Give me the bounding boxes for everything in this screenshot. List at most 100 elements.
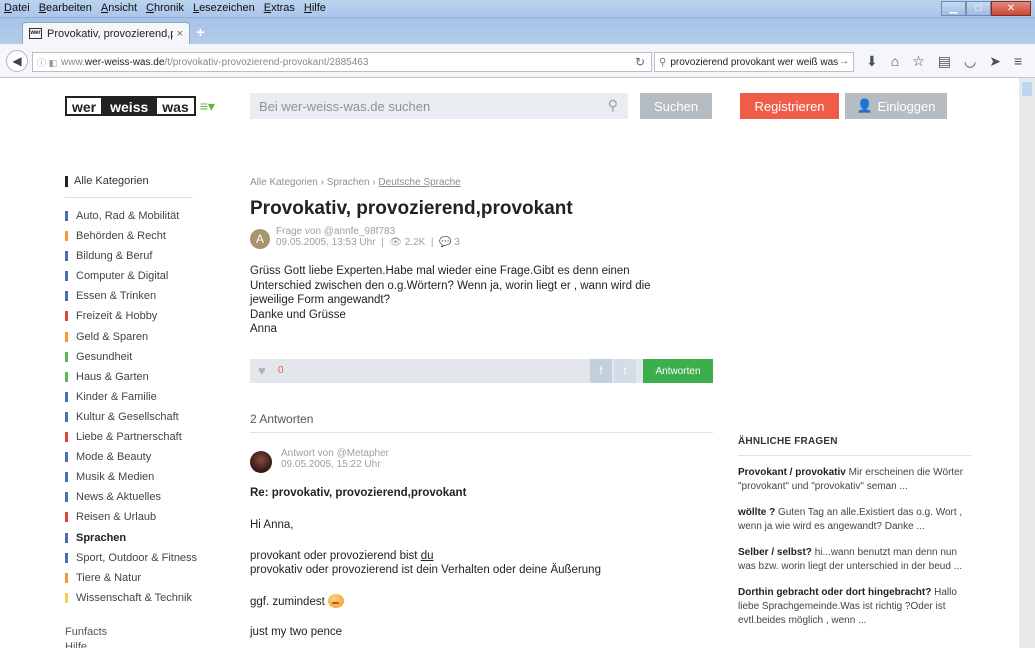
comment-icon: 💬 [439, 237, 452, 248]
sidebar-item-category[interactable]: Reisen & Urlaub [65, 507, 195, 527]
sidebar-item-category[interactable]: Musik & Medien [65, 467, 195, 487]
category-label: Sport, Outdoor & Fitness [76, 551, 198, 564]
menu-ansicht[interactable]: Ansicht [101, 2, 137, 14]
category-color-bar [65, 231, 68, 242]
category-label: Tiere & Natur [76, 571, 142, 584]
home-icon[interactable]: ⌂ [891, 53, 899, 70]
menu-lesezeichen[interactable]: Lesezeichen [193, 2, 255, 14]
category-color-bar [65, 351, 68, 362]
sidebar-item-category[interactable]: Gesundheit [65, 347, 195, 367]
answers-heading: 2 Antworten [250, 412, 314, 426]
like-count: 0 [278, 365, 284, 376]
search-icon: ⚲ [659, 56, 667, 68]
breadcrumb-item[interactable]: Deutsche Sprache [378, 177, 460, 188]
similar-question-item[interactable]: Provokant / provokativ Mir erscheinen di… [738, 466, 972, 494]
answer-button[interactable]: Antworten [643, 359, 713, 383]
send-icon[interactable]: ➤ [989, 53, 1001, 70]
answer-body: Hi Anna, provokant oder provozierend bis… [250, 518, 720, 640]
sidebar-link-hilfe[interactable]: Hilfe [65, 640, 195, 648]
menu-hilfe[interactable]: Hilfe [304, 2, 326, 14]
sidebar-item-all-categories[interactable]: Alle Kategorien [65, 173, 195, 190]
sidebar-item-category[interactable]: Bildung & Beruf [65, 246, 195, 266]
back-button[interactable]: ◀ [6, 50, 28, 72]
sidebar-item-category[interactable]: Tiere & Natur [65, 568, 195, 588]
twitter-share-icon[interactable]: t [614, 359, 636, 383]
avatar[interactable]: A [250, 229, 270, 249]
category-color-bar [65, 271, 68, 282]
answer-line: ggf. zumindest [250, 593, 720, 610]
web-page: wer weiss was ≡▾ Bei wer-weiss-was.de su… [0, 78, 1035, 648]
search-icon[interactable]: ⚲ [608, 97, 618, 114]
category-label: Computer & Digital [76, 270, 169, 283]
sidebar-item-category[interactable]: Haus & Garten [65, 367, 195, 387]
breadcrumb-item[interactable]: Sprachen [327, 177, 370, 188]
sidebar-item-category[interactable]: Auto, Rad & Mobilität [65, 206, 195, 226]
sidebar-item-category[interactable]: Geld & Sparen [65, 327, 195, 347]
browser-tab[interactable]: wer Provokativ, provozierend,p... × [22, 22, 190, 44]
similar-questions: ÄHNLICHE FRAGEN Provokant / provokativ M… [738, 436, 972, 640]
sidebar-item-category[interactable]: Essen & Trinken [65, 286, 195, 306]
sidebar-item-category[interactable]: Sport, Outdoor & Fitness [65, 548, 198, 568]
avatar[interactable] [250, 451, 272, 473]
menu-chronik[interactable]: Chronik [146, 2, 184, 14]
menu-datei[interactable]: Datei [4, 2, 30, 14]
hamburger-menu-icon[interactable]: ≡ [1014, 53, 1022, 70]
category-color-bar [65, 211, 68, 221]
answer-author[interactable]: Antwort von @Metapher [281, 448, 389, 459]
sidebar-item-category[interactable]: Behörden & Recht [65, 226, 195, 246]
sidebar-item-category[interactable]: Kultur & Gesellschaft [65, 407, 195, 427]
breadcrumb: Alle Kategorien › Sprachen › Deutsche Sp… [250, 177, 461, 188]
search-button[interactable]: Suchen [640, 93, 712, 119]
close-window-button[interactable]: ✕ [991, 1, 1031, 16]
pocket-icon[interactable]: ◡ [964, 53, 976, 70]
tab-close-icon[interactable]: × [177, 28, 183, 40]
sidebar-item-category[interactable]: Mode & Beauty [65, 447, 195, 467]
maximize-button[interactable]: □ [966, 1, 991, 16]
menu-extras[interactable]: Extras [264, 2, 295, 14]
category-menu-icon[interactable]: ≡▾ [200, 98, 215, 115]
answer-title: Re: provokativ, provozierend,provokant [250, 487, 467, 499]
new-tab-button[interactable]: + [196, 24, 205, 41]
sidebar-item-category[interactable]: Computer & Digital [65, 266, 195, 286]
sidebar-item-category[interactable]: Liebe & Partnerschaft [65, 427, 195, 447]
site-logo[interactable]: wer weiss was ≡▾ [65, 96, 215, 116]
category-label: Kinder & Familie [76, 390, 157, 403]
site-search-input[interactable]: Bei wer-weiss-was.de suchen ⚲ [250, 93, 628, 119]
answer-line: provokativ oder provozierend ist dein Ve… [250, 564, 601, 576]
sidebar-item-category[interactable]: Wissenschaft & Technik [65, 588, 195, 608]
similar-question-item[interactable]: wöllte ? Guten Tag an alle.Existiert das… [738, 506, 972, 534]
menu-bearbeiten[interactable]: Bearbeiten [39, 2, 92, 14]
minimize-button[interactable]: ▁ [941, 1, 966, 16]
search-go-icon[interactable]: → [839, 56, 849, 67]
url-bar[interactable]: ⓘ ◧ www. wer-weiss-was.de/t/provokativ-pr… [32, 52, 652, 72]
category-color-bar [65, 552, 68, 563]
asker-name[interactable]: Frage von @annfe_98f783 [276, 226, 460, 237]
sidebar-item-category[interactable]: Kinder & Familie [65, 387, 195, 407]
sidebar-item-category[interactable]: News & Aktuelles [65, 487, 195, 507]
browser-search-field[interactable]: ⚲ provozierend provokant wer weiß was → [654, 52, 854, 72]
sidebar-item-category[interactable]: Freizeit & Hobby [65, 306, 195, 326]
answer-date: 09.05.2005, 15:22 Uhr [281, 459, 381, 470]
site-info-icon[interactable]: ⓘ ◧ [37, 56, 57, 69]
site-search-placeholder: Bei wer-weiss-was.de suchen [259, 98, 431, 114]
reload-icon[interactable]: ↻ [635, 55, 645, 69]
bookmarks-list-icon[interactable]: ▤ [938, 53, 951, 70]
scrollbar[interactable] [1019, 78, 1035, 648]
sidebar-link-funfacts[interactable]: Funfacts [65, 625, 195, 640]
download-icon[interactable]: ⬇ [866, 53, 878, 70]
answer-emphasis: du [420, 549, 434, 562]
login-button[interactable]: 👤 Einloggen [845, 93, 947, 119]
register-button[interactable]: Registrieren [740, 93, 839, 119]
sidebar-item-category[interactable]: Sprachen [65, 528, 195, 548]
menu-bar: Datei Bearbeiten Ansicht Chronik Lesezei… [0, 0, 1035, 18]
similar-question-item[interactable]: Selber / selbst? hi...wann benutzt man d… [738, 546, 972, 574]
heart-icon[interactable]: ♥ [258, 363, 266, 378]
category-color-bar [65, 331, 68, 342]
category-color-bar [65, 311, 68, 322]
breadcrumb-item[interactable]: Alle Kategorien [250, 177, 318, 188]
similar-question-item[interactable]: Dorthin gebracht oder dort hingebracht? … [738, 586, 972, 628]
scrollbar-thumb[interactable] [1022, 82, 1032, 96]
bookmark-star-icon[interactable]: ☆ [912, 53, 925, 70]
category-color-bar [65, 391, 68, 402]
facebook-share-icon[interactable]: f [590, 359, 612, 383]
